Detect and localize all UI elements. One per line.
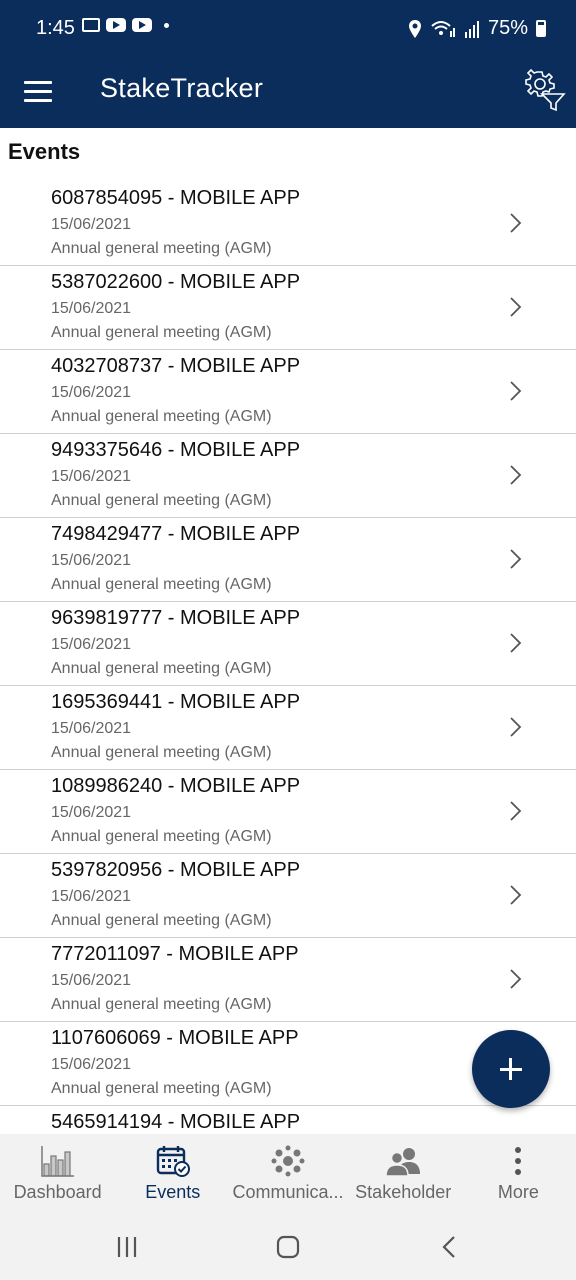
event-list-item[interactable]: 7498429477 - MOBILE APP 15/06/2021 Annual … — [0, 518, 576, 602]
event-date: 15/06/2021 — [51, 216, 132, 233]
nav-label-stakeholder: Stakeholder — [355, 1182, 452, 1202]
event-title: 9493375646 - MOBILE APP — [51, 439, 301, 461]
nav-item-dashboard[interactable]: Dashboard — [0, 1134, 115, 1214]
nav-label-more: More — [497, 1182, 539, 1202]
event-date: 15/06/2021 — [51, 384, 132, 401]
menu-button[interactable] — [24, 78, 54, 108]
hamburger-icon — [24, 81, 52, 84]
event-date: 15/06/2021 — [51, 552, 132, 569]
event-title: 5465914194 - MOBILE APP — [51, 1111, 301, 1133]
event-type: Annual general meeting (AGM) — [51, 660, 272, 677]
event-type: Annual general meeting (AGM) — [51, 324, 272, 341]
event-list-item[interactable]: 5397820956 - MOBILE APP 15/06/2021 Annual … — [0, 854, 576, 938]
event-type: Annual general meeting (AGM) — [51, 576, 272, 593]
chevron-right-icon — [510, 465, 522, 485]
chevron-right-icon — [510, 969, 522, 989]
back-icon[interactable] — [437, 1234, 463, 1260]
event-title: 1089986240 - MOBILE APP — [51, 775, 301, 797]
event-date: 15/06/2021 — [51, 468, 132, 485]
event-title: 6087854095 - MOBILE APP — [51, 187, 301, 209]
battery-percent: 75% — [487, 17, 528, 39]
event-list-item[interactable]: 1695369441 - MOBILE APP 15/06/2021 Annual … — [0, 686, 576, 770]
status-time: 1:45 — [36, 17, 75, 39]
page-title: Events — [8, 139, 81, 164]
chevron-right-icon — [510, 801, 522, 821]
event-list-item[interactable]: 6087854095 - MOBILE APP 15/06/2021 Annual … — [0, 182, 576, 266]
bottom-navigation: Dashboard Events Communica... Stakeholde… — [0, 1134, 576, 1214]
event-list-item[interactable]: 5465914194 - MOBILE APP — [0, 1106, 576, 1134]
bar-chart-icon — [40, 1146, 74, 1177]
event-date: 15/06/2021 — [51, 804, 132, 821]
add-event-button[interactable] — [472, 1030, 550, 1108]
event-title: 4032708737 - MOBILE APP — [51, 355, 301, 377]
nav-item-more[interactable]: More — [461, 1134, 576, 1214]
people-icon — [385, 1148, 421, 1177]
event-type: Annual general meeting (AGM) — [51, 744, 272, 761]
event-title: 7772011097 - MOBILE APP — [51, 943, 299, 965]
signal-icon — [464, 20, 479, 38]
event-type: Annual general meeting (AGM) — [51, 492, 272, 509]
chevron-right-icon — [510, 213, 522, 233]
event-title: 1695369441 - MOBILE APP — [51, 691, 301, 713]
event-date: 15/06/2021 — [51, 888, 132, 905]
event-title: 5397820956 - MOBILE APP — [51, 859, 301, 881]
battery-icon — [536, 20, 546, 37]
event-list-item[interactable]: 1089986240 - MOBILE APP 15/06/2021 Annual … — [0, 770, 576, 854]
event-type: Annual general meeting (AGM) — [51, 828, 272, 845]
event-list-item[interactable]: 9639819777 - MOBILE APP 15/06/2021 Annual … — [0, 602, 576, 686]
status-indicators: 75% — [408, 17, 546, 40]
event-title: 9639819777 - MOBILE APP — [51, 607, 301, 629]
location-icon — [408, 19, 421, 38]
recent-apps-icon[interactable] — [114, 1234, 140, 1260]
event-title: 5387022600 - MOBILE APP — [51, 271, 301, 293]
chevron-right-icon — [510, 885, 522, 905]
event-type: Annual general meeting (AGM) — [51, 1080, 272, 1097]
nav-label-dashboard: Dashboard — [13, 1182, 102, 1202]
event-date: 15/06/2021 — [51, 636, 132, 653]
gallery-notification-icon — [82, 18, 100, 32]
event-date: 15/06/2021 — [51, 300, 132, 317]
notification-icons — [82, 18, 169, 32]
event-date: 15/06/2021 — [51, 972, 132, 989]
nav-item-communications[interactable]: Communica... — [230, 1134, 345, 1214]
more-vertical-icon — [515, 1147, 522, 1175]
nav-item-events[interactable]: Events — [115, 1134, 230, 1214]
chevron-right-icon — [510, 549, 522, 569]
chevron-right-icon — [510, 381, 522, 401]
event-type: Annual general meeting (AGM) — [51, 912, 272, 929]
event-date: 15/06/2021 — [51, 1056, 132, 1073]
app-bar: StakeTracker — [0, 58, 576, 128]
nav-item-stakeholder[interactable]: Stakeholder — [346, 1134, 461, 1214]
status-bar: 1:45 75% — [0, 0, 576, 58]
chevron-right-icon — [510, 297, 522, 317]
settings-filter-icon[interactable] — [518, 66, 566, 114]
home-icon[interactable] — [275, 1234, 301, 1260]
event-type: Annual general meeting (AGM) — [51, 408, 272, 425]
nav-label-events: Events — [145, 1182, 201, 1202]
chevron-right-icon — [510, 633, 522, 653]
youtube-notification-icon — [132, 18, 152, 32]
event-type: Annual general meeting (AGM) — [51, 996, 272, 1013]
event-list-item[interactable]: 5387022600 - MOBILE APP 15/06/2021 Annual … — [0, 266, 576, 350]
chevron-right-icon — [510, 717, 522, 737]
app-title: StakeTracker — [100, 73, 264, 103]
event-list-item[interactable]: 9493375646 - MOBILE APP 15/06/2021 Annual … — [0, 434, 576, 518]
event-list-item[interactable]: 4032708737 - MOBILE APP 15/06/2021 Annual … — [0, 350, 576, 434]
event-list: 6087854095 - MOBILE APP 15/06/2021 Annual … — [0, 182, 576, 1134]
event-title: 1107606069 - MOBILE APP — [51, 1027, 299, 1049]
youtube-notification-icon — [106, 18, 126, 32]
more-notifications-icon — [164, 22, 169, 28]
nav-label-communications: Communica... — [232, 1182, 344, 1202]
event-title: 7498429477 - MOBILE APP — [51, 523, 301, 545]
event-type: Annual general meeting (AGM) — [51, 240, 272, 257]
network-icon — [271, 1145, 305, 1177]
event-date: 15/06/2021 — [51, 720, 132, 737]
calendar-check-icon — [156, 1146, 190, 1177]
event-list-item[interactable]: 7772011097 - MOBILE APP 15/06/2021 Annual … — [0, 938, 576, 1022]
wifi-icon — [431, 20, 455, 37]
system-navigation-bar — [0, 1214, 576, 1280]
